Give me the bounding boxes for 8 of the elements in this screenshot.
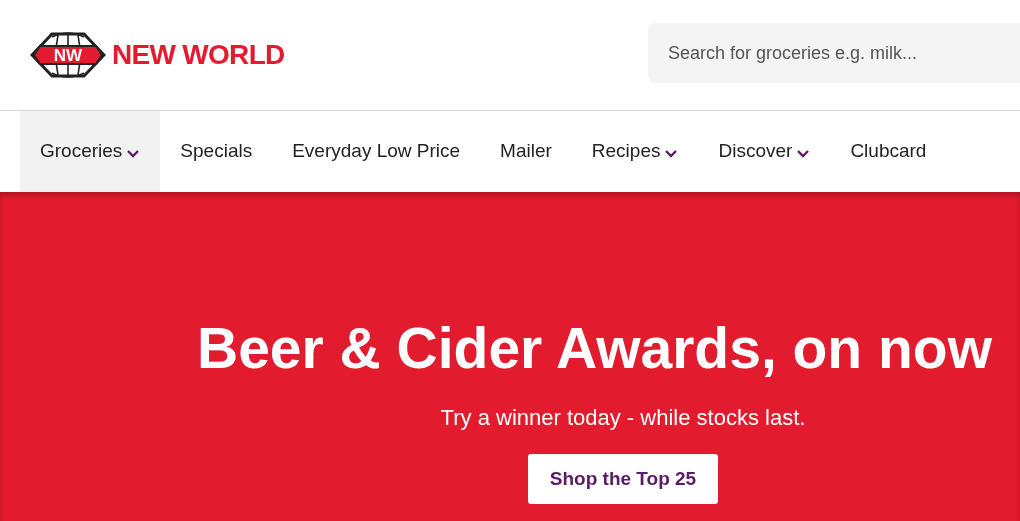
- search-field[interactable]: Search for groceries e.g. milk...: [648, 23, 1020, 83]
- nav-tab[interactable]: Groceries: [20, 111, 161, 192]
- logo-text: NEW WORLD: [112, 38, 285, 72]
- shop-button[interactable]: Shop the Top 25: [527, 454, 719, 504]
- logo-badge-text: NW: [53, 46, 83, 65]
- banner-subtitle: Try a winner today - while stocks last.: [440, 404, 806, 432]
- logo[interactable]: NW NEW WORLD: [30, 31, 285, 79]
- banner-title: Beer & Cider Awards, on now: [197, 320, 992, 377]
